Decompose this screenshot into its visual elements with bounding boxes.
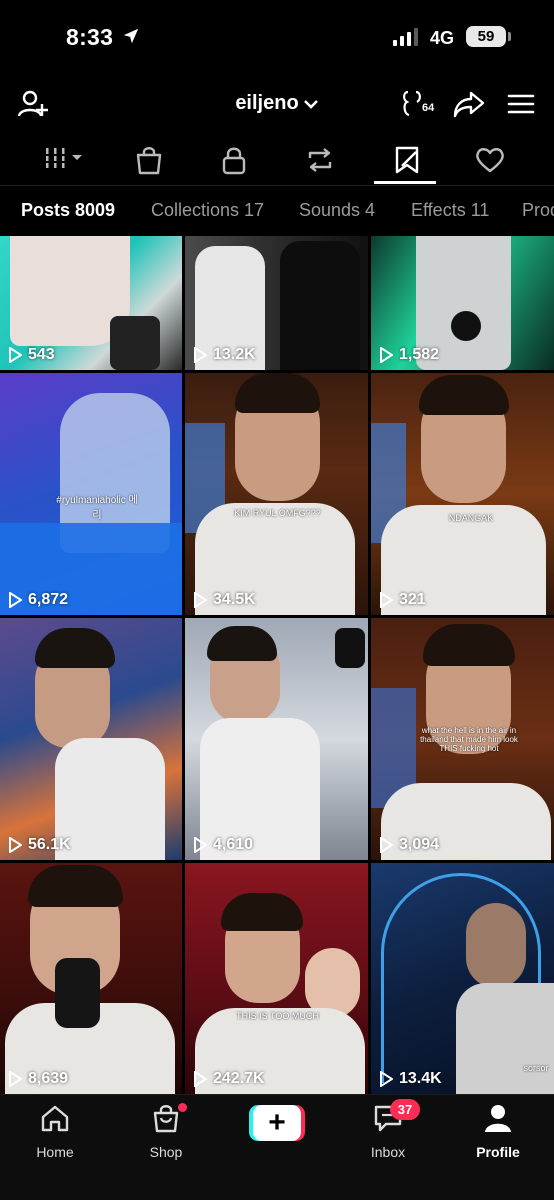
view-count: 1,582 [399,346,440,363]
view-count: 13.4K [399,1070,442,1087]
status-time: 8:33 [66,24,114,50]
play-icon [380,592,393,608]
post-thumbnail[interactable]: 4,610 [185,618,368,860]
signal-icon [393,28,418,46]
view-count: 242.7K [213,1070,265,1087]
post-thumbnail[interactable]: THIS IS TOO MUCH 242.7K [185,863,368,1094]
post-caption: what the hell is in the air in thailand … [420,726,518,753]
post-thumbnail[interactable]: 56.1K [0,618,182,860]
view-count: 56.1K [28,836,71,853]
post-thumbnail[interactable]: 13.2K [185,236,368,370]
repost-icon[interactable] [304,144,336,176]
play-icon [380,837,393,853]
play-icon [194,837,207,853]
view-count: 3,094 [399,836,440,853]
shop-bag-icon[interactable] [134,144,164,176]
active-tab-indicator [374,181,436,184]
posts-grid: 543 13.2K 1,582 #ryulmaniaholic 메리 6,872… [0,236,554,1094]
tab-effects[interactable]: Effects 11 [411,200,489,221]
nav-profile[interactable]: Profile [453,1103,543,1160]
nav-shop[interactable]: Shop [121,1103,211,1160]
username: eiljeno [235,92,299,114]
post-thumbnail[interactable]: 543 [0,236,182,370]
nav-inbox-label: Inbox [370,1144,406,1160]
play-icon [194,592,207,608]
play-icon [380,347,393,363]
post-caption: #ryulmaniaholic 메리 [56,495,138,521]
share-icon[interactable] [452,88,486,120]
post-thumbnail[interactable]: what the hell is in the air in thailand … [371,618,554,860]
tab-products[interactable]: Prod [522,200,554,221]
inbox-badge: 37 [390,1099,420,1120]
view-count: 321 [399,591,426,608]
play-icon [194,347,207,363]
post-thumbnail[interactable]: 8,639 [0,863,182,1094]
post-caption: THIS IS TOO MUCH [236,1011,319,1021]
play-icon [9,1071,22,1087]
heart-icon[interactable] [474,144,506,176]
view-count: 4,610 [213,836,254,853]
create-post-button[interactable]: + [249,1105,305,1141]
nav-home-label: Home [36,1144,74,1160]
grid-filter-icon[interactable] [44,144,86,174]
tab-posts[interactable]: Posts 8009 [21,200,115,221]
nav-home[interactable]: Home [10,1103,100,1160]
location-arrow-icon [123,28,139,44]
battery-tip [508,32,511,41]
battery-icon: 59 [466,26,506,47]
content-tab-bar [0,136,554,186]
profile-header: eiljeno 64 [0,80,554,130]
menu-icon[interactable] [506,88,536,120]
post-caption: sorsor [523,1063,549,1073]
post-thumbnail[interactable]: 1,582 [371,236,554,370]
profile-icon [485,1105,511,1132]
nav-shop-label: Shop [149,1144,183,1160]
post-thumbnail[interactable]: sorsor 13.4K [371,863,554,1094]
shop-notification-dot [178,1103,187,1112]
view-count: 6,872 [28,591,69,608]
home-icon [41,1105,69,1132]
plus-icon: + [253,1105,301,1141]
view-count: 8,639 [28,1070,69,1087]
ai-self-count: 64 [422,102,435,114]
tab-sounds[interactable]: Sounds 4 [299,200,375,221]
play-icon [9,837,22,853]
ai-self-icon[interactable] [402,88,424,120]
view-count: 543 [28,346,55,363]
lock-icon[interactable] [220,144,248,176]
play-icon [380,1071,393,1087]
bottom-navigation: Home Shop + Inbox 37 Profile [0,1094,554,1200]
post-caption: NDANGAK [448,513,494,523]
status-bar: 8:33 4G 59 [0,0,554,76]
view-count: 13.2K [213,346,256,363]
post-thumbnail[interactable]: NDANGAK 321 [371,373,554,615]
favorites-icon[interactable] [392,144,422,176]
favorites-filter-tabs: Posts 8009 Collections 17 Sounds 4 Effec… [0,186,554,234]
nav-profile-label: Profile [476,1144,520,1160]
play-icon [9,347,22,363]
post-caption: KIM RYUL OMFG??? [234,508,321,518]
play-icon [194,1071,207,1087]
chevron-down-icon [303,99,318,109]
post-thumbnail[interactable]: KIM RYUL OMFG??? 34.5K [185,373,368,615]
network-type: 4G [430,28,455,48]
view-count: 34.5K [213,591,256,608]
tab-collections[interactable]: Collections 17 [151,200,264,221]
play-icon [9,592,22,608]
post-thumbnail[interactable]: #ryulmaniaholic 메리 6,872 [0,373,182,615]
